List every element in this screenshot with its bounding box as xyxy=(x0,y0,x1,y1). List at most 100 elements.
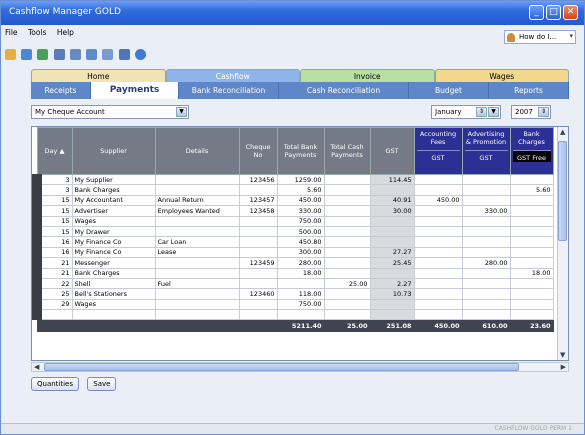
horizontal-scroll-thumb[interactable] xyxy=(44,363,519,371)
cell-accounting-fees[interactable]: 450.00 xyxy=(413,194,463,207)
col-bank-charges[interactable]: Bank Charges GST Free xyxy=(509,127,554,175)
table-row[interactable]: 29 Wages 750.00 xyxy=(32,298,554,311)
cell-accounting-fees[interactable] xyxy=(413,267,463,279)
cell-supplier[interactable]: Bank Charges xyxy=(71,184,156,196)
cell-bank-charges[interactable] xyxy=(509,288,554,300)
cell-day[interactable]: 21 xyxy=(32,267,73,279)
cell-accounting-fees[interactable] xyxy=(413,277,463,290)
cell-day[interactable]: 29 xyxy=(32,298,73,311)
cell-total-cash-payments[interactable] xyxy=(323,309,371,321)
cell-cheque-no[interactable] xyxy=(238,309,278,321)
menu-tools[interactable]: Tools xyxy=(28,28,46,37)
cell-details[interactable] xyxy=(154,298,240,311)
menu-file[interactable]: File xyxy=(5,28,18,37)
tab-payments[interactable]: Payments xyxy=(91,82,179,99)
cell-bank-charges[interactable] xyxy=(509,173,554,186)
col-cheque-no[interactable]: Cheque No xyxy=(238,127,278,175)
cell-accounting-fees[interactable] xyxy=(413,309,463,321)
cell-day[interactable]: 15 xyxy=(32,215,73,227)
cell-total-cash-payments[interactable] xyxy=(323,184,371,196)
horizontal-scrollbar[interactable]: ◀ ▶ xyxy=(31,362,569,372)
cell-advertising-promotion[interactable]: 330.00 xyxy=(461,205,511,217)
cell-advertising-promotion[interactable] xyxy=(461,184,511,196)
cell-advertising-promotion[interactable] xyxy=(461,225,511,238)
cell-cheque-no[interactable]: 123457 xyxy=(238,194,278,207)
cell-total-bank-payments[interactable]: 330.00 xyxy=(276,205,325,217)
tab-budget[interactable]: Budget xyxy=(409,82,489,99)
cell-cheque-no[interactable] xyxy=(238,246,278,259)
col-supplier[interactable]: Supplier xyxy=(71,127,156,175)
chevron-down-icon[interactable]: ▾ xyxy=(569,32,573,40)
cell-advertising-promotion[interactable] xyxy=(461,298,511,311)
cell-gst[interactable] xyxy=(369,298,415,311)
cell-accounting-fees[interactable] xyxy=(413,288,463,300)
cell-total-bank-payments[interactable]: 280.00 xyxy=(276,257,325,269)
cell-details[interactable]: Employees Wanted xyxy=(154,205,240,217)
table-row[interactable]: 21 Messenger 123459 280.00 25.45 280.00 xyxy=(32,257,554,269)
table-row[interactable]: 16 My Finance Co Car Loan 450.80 xyxy=(32,236,554,248)
cell-details[interactable]: Annual Return xyxy=(154,194,240,207)
cell-total-cash-payments[interactable] xyxy=(323,267,371,279)
report-icon[interactable] xyxy=(69,49,81,60)
account-select[interactable]: My Cheque Account ▼ xyxy=(31,105,189,119)
tab-home[interactable]: Home xyxy=(31,69,166,82)
cell-gst[interactable]: 2.27 xyxy=(369,277,415,290)
people-add-icon[interactable] xyxy=(37,49,49,60)
cell-total-cash-payments[interactable] xyxy=(323,236,371,248)
cell-cheque-no[interactable] xyxy=(238,236,278,248)
help-search-box[interactable]: How do I... ▾ xyxy=(504,30,576,44)
cell-supplier[interactable]: My Drawer xyxy=(71,225,156,238)
cell-accounting-fees[interactable] xyxy=(413,298,463,311)
col-total-cash[interactable]: Total Cash Payments xyxy=(323,127,371,175)
cell-bank-charges[interactable] xyxy=(509,215,554,227)
cell-supplier[interactable]: Wages xyxy=(71,298,156,311)
cell-total-bank-payments[interactable]: 118.00 xyxy=(276,288,325,300)
vertical-scrollbar[interactable]: ▲ ▼ xyxy=(557,127,568,360)
tab-receipts[interactable]: Receipts xyxy=(31,82,91,99)
table-row[interactable]: 15 Wages 750.00 xyxy=(32,215,554,227)
cell-details[interactable] xyxy=(154,309,240,321)
cell-total-bank-payments[interactable] xyxy=(276,309,325,321)
year-spinner[interactable]: 2007 ⇕ xyxy=(511,105,551,119)
cell-details[interactable] xyxy=(154,215,240,227)
cell-bank-charges[interactable] xyxy=(509,257,554,269)
table-row[interactable] xyxy=(32,309,554,321)
cell-bank-charges[interactable] xyxy=(509,205,554,217)
cell-supplier[interactable]: Advertiser xyxy=(71,205,156,217)
open-folder-icon[interactable] xyxy=(5,49,16,60)
cell-day[interactable]: 3 xyxy=(32,184,73,196)
tab-cashflow[interactable]: Cashflow xyxy=(165,69,300,82)
cell-cheque-no[interactable]: 123459 xyxy=(238,257,278,269)
save-button[interactable]: Save xyxy=(87,377,117,391)
col-gst[interactable]: GST xyxy=(369,127,415,175)
calculator-icon[interactable] xyxy=(53,49,65,60)
cell-total-cash-payments[interactable] xyxy=(323,246,371,259)
cell-accounting-fees[interactable] xyxy=(413,173,463,186)
cell-bank-charges[interactable]: 18.00 xyxy=(509,267,554,279)
cell-accounting-fees[interactable] xyxy=(413,184,463,196)
cell-bank-charges[interactable] xyxy=(509,194,554,207)
spinner-icon[interactable]: ⇕ xyxy=(476,107,487,117)
cell-gst[interactable]: 25.45 xyxy=(369,257,415,269)
cell-total-bank-payments[interactable]: 500.00 xyxy=(276,225,325,238)
col-accounting-fees[interactable]: Accounting Fees GST xyxy=(413,127,463,175)
cell-advertising-promotion[interactable] xyxy=(461,288,511,300)
col-day[interactable]: Day ▲ xyxy=(36,127,73,175)
cell-details[interactable] xyxy=(154,257,240,269)
cell-total-cash-payments[interactable] xyxy=(323,288,371,300)
cell-supplier[interactable]: My Supplier xyxy=(71,173,156,186)
cell-gst[interactable]: 114.45 xyxy=(369,173,415,186)
cell-total-cash-payments[interactable] xyxy=(323,173,371,186)
cell-supplier[interactable]: Messenger xyxy=(71,257,156,269)
cell-total-cash-payments[interactable]: 25.00 xyxy=(323,277,371,290)
cell-advertising-promotion[interactable] xyxy=(461,309,511,321)
cell-gst[interactable] xyxy=(369,309,415,321)
cell-cheque-no[interactable]: 123460 xyxy=(238,288,278,300)
cell-details[interactable]: Lease xyxy=(154,246,240,259)
cell-gst[interactable] xyxy=(369,225,415,238)
cell-total-bank-payments[interactable]: 750.00 xyxy=(276,215,325,227)
cell-bank-charges[interactable] xyxy=(509,225,554,238)
cell-total-bank-payments[interactable]: 5.60 xyxy=(276,184,325,196)
print-icon[interactable] xyxy=(102,49,114,60)
cell-day[interactable]: 15 xyxy=(32,225,73,238)
